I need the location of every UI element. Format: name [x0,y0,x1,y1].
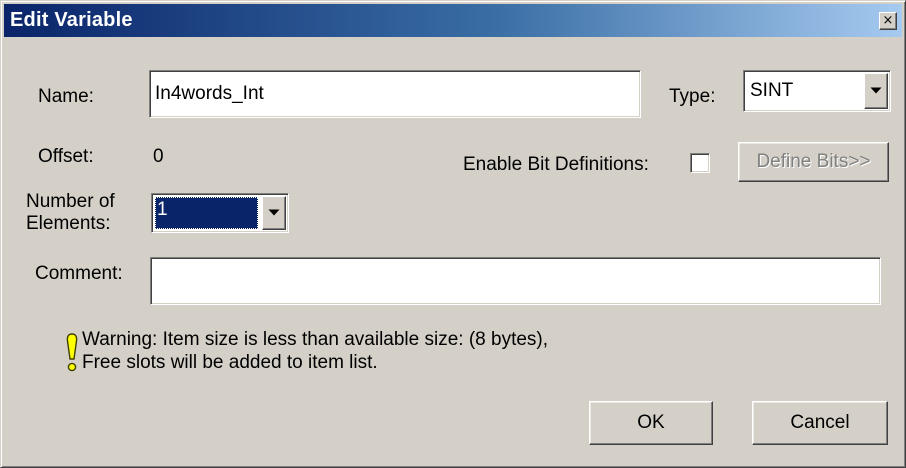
name-input[interactable]: In4words_Int [149,70,641,118]
close-icon: × [882,13,894,28]
cancel-button-label: Cancel [790,412,850,433]
enable-bit-definitions-checkbox[interactable] [690,153,710,173]
define-bits-label: Define Bits>> [756,151,871,172]
chevron-down-icon [268,209,280,216]
comment-label: Comment: [35,263,123,284]
type-select[interactable]: SINT [743,70,891,112]
offset-label: Offset: [38,146,94,167]
type-dropdown-button[interactable] [864,73,888,109]
ok-button[interactable]: OK [589,401,713,445]
name-label: Name: [38,86,94,107]
comment-input[interactable] [150,257,881,305]
title-bar[interactable]: Edit Variable × [4,4,902,37]
number-of-elements-dropdown-button[interactable] [262,196,286,230]
enable-bit-definitions-label: Enable Bit Definitions: [463,154,649,175]
name-input-value: In4words_Int [155,83,264,104]
chevron-down-icon [870,87,882,94]
type-label: Type: [669,86,716,107]
close-button[interactable]: × [879,12,897,30]
number-of-elements-select[interactable]: 1 [151,193,289,233]
number-of-elements-value: 1 [155,197,258,229]
ok-button-label: OK [637,412,665,433]
dialog-title: Edit Variable [10,9,133,31]
cancel-button[interactable]: Cancel [752,401,888,445]
number-of-elements-label-line2: Elements: [26,213,111,234]
define-bits-button[interactable]: Define Bits>> [738,142,889,182]
edit-variable-dialog: Edit Variable × Name: In4words_Int Type:… [0,0,906,468]
number-of-elements-label-line1: Number of [26,191,115,212]
offset-value: 0 [153,146,164,167]
warning-message-line1: Warning: Item size is less than availabl… [82,329,549,350]
warning-exclamation-icon [66,333,78,372]
warning-message-line2: Free slots will be added to item list. [82,352,378,373]
type-select-value: SINT [750,80,794,101]
